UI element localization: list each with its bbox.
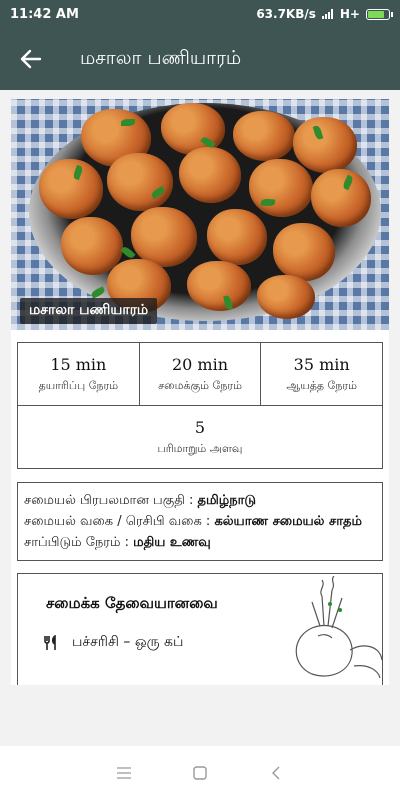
vegetable-sketch-icon — [295, 576, 382, 679]
arrow-left-icon — [20, 49, 42, 69]
total-time-cell: 35 min ஆயத்த நேரம் — [261, 343, 382, 405]
meal-value: மதிய உணவு — [133, 535, 211, 550]
coriander-leaf — [121, 119, 135, 126]
menu-button[interactable] — [115, 764, 133, 782]
total-time-label: ஆயத்த நேரம் — [286, 378, 357, 392]
region-value: தமிழ்நாடு — [197, 493, 256, 508]
cook-time-label: சமைக்கும் நேரம் — [158, 378, 242, 392]
recipe-image: மசாலா பணியாரம் — [11, 99, 389, 330]
nav-back-button[interactable] — [267, 764, 285, 782]
paniyaram-ball — [39, 159, 103, 219]
meal-line: சாப்பிடும் நேரம் : மதிய உணவு — [24, 532, 376, 553]
app-bar: மசாலா பணியாரம் — [0, 28, 400, 90]
menu-icon — [117, 767, 131, 779]
servings-value: 5 — [194, 417, 206, 437]
prep-time-value: 15 min — [50, 354, 107, 374]
ingredients-heading: சமைக்க தேவையானவை — [46, 594, 218, 612]
recipe-meta: சமையல் பிரபலமான பகுதி : தமிழ்நாடு சமையல்… — [17, 482, 383, 561]
prep-time-label: தயாரிப்பு நேரம் — [38, 378, 119, 392]
meal-label: சாப்பிடும் நேரம் : — [24, 535, 134, 550]
time-table: 15 min தயாரிப்பு நேரம் 20 min சமைக்கும் … — [17, 342, 383, 469]
network-speed: 63.7KB/s — [256, 7, 316, 21]
paniyaram-ball — [233, 111, 295, 161]
paniyaram-ball — [311, 169, 371, 227]
recipe-content[interactable]: மசாலா பணியாரம் 15 min தயாரிப்பு நேரம் 20… — [11, 99, 389, 685]
paniyaram-ball — [249, 159, 313, 217]
back-triangle-icon — [272, 766, 280, 780]
type-value: கல்யாண சமையல் சாதம் — [214, 514, 362, 529]
cutlery-icon — [44, 635, 58, 651]
cook-time-value: 20 min — [171, 354, 229, 374]
ingredient-text: பச்சரிசி – ஒரு கப் — [72, 634, 184, 650]
paniyaram-ball — [107, 153, 173, 211]
paniyaram-ball — [273, 223, 335, 281]
network-type: H+ — [339, 7, 360, 21]
servings-label: பரிமாறும் அளவு — [157, 441, 243, 455]
back-button[interactable] — [0, 28, 62, 90]
battery-charging-icon — [366, 8, 393, 20]
home-square-icon — [193, 766, 207, 780]
region-line: சமையல் பிரபலமான பகுதி : தமிழ்நாடு — [24, 490, 376, 511]
paniyaram-ball — [207, 209, 267, 265]
prep-time-cell: 15 min தயாரிப்பு நேரம் — [18, 343, 140, 405]
page-title: மசாலா பணியாரம் — [80, 46, 242, 69]
type-label: சமையல் வகை / ரெசிபி வகை : — [24, 514, 215, 529]
paniyaram-ball — [179, 147, 241, 203]
cook-time-cell: 20 min சமைக்கும் நேரம் — [140, 343, 262, 405]
ingredient-item: பச்சரிசி – ஒரு கப் — [44, 634, 183, 652]
paniyaram-ball — [187, 261, 251, 311]
status-time: 11:42 AM — [10, 6, 79, 22]
image-caption: மசாலா பணியாரம் — [20, 298, 158, 324]
paniyaram-ball — [293, 117, 357, 173]
paniyaram-ball — [257, 275, 315, 319]
signal-icon — [321, 9, 334, 19]
region-label: சமையல் பிரபலமான பகுதி : — [24, 493, 198, 508]
status-bar: 11:42 AM 63.7KB/s H+ — [0, 0, 400, 28]
home-button[interactable] — [191, 764, 209, 782]
type-line: சமையல் வகை / ரெசிபி வகை : கல்யாண சமையல் … — [24, 511, 376, 532]
system-nav-bar — [0, 746, 400, 800]
total-time-value: 35 min — [293, 354, 350, 374]
ingredients-card: சமைக்க தேவையானவை பச்சரிசி – ஒரு கப் — [17, 573, 383, 685]
paniyaram-ball — [131, 207, 197, 267]
servings-cell: 5 பரிமாறும் அளவு — [18, 406, 382, 468]
